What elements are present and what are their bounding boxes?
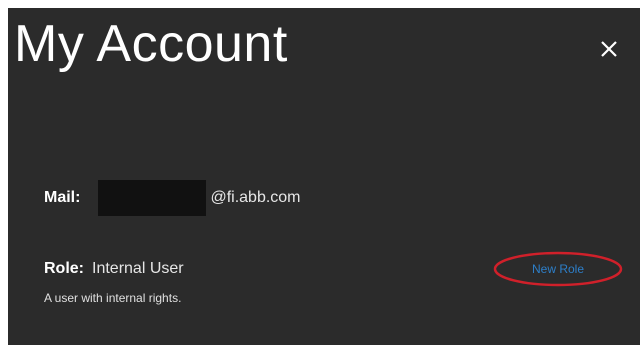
dialog-title: My Account: [14, 15, 288, 73]
role-description: A user with internal rights.: [44, 291, 182, 305]
role-value: Internal User: [92, 260, 184, 277]
new-role-label: New Role: [531, 262, 585, 276]
mail-label: Mail:: [44, 189, 81, 206]
mail-row: Mail: @fi.abb.com: [44, 180, 301, 216]
mail-domain: @fi.abb.com: [210, 189, 301, 206]
role-label: Role:: [44, 260, 84, 277]
my-account-dialog: My Account Mail: @fi.abb.com Role: Inter…: [8, 8, 640, 345]
role-row: Role: Internal User: [44, 260, 184, 278]
close-button[interactable]: [596, 36, 622, 62]
close-icon: [601, 41, 617, 57]
new-role-link[interactable]: New Role: [492, 251, 624, 287]
mail-redaction: [98, 180, 207, 216]
